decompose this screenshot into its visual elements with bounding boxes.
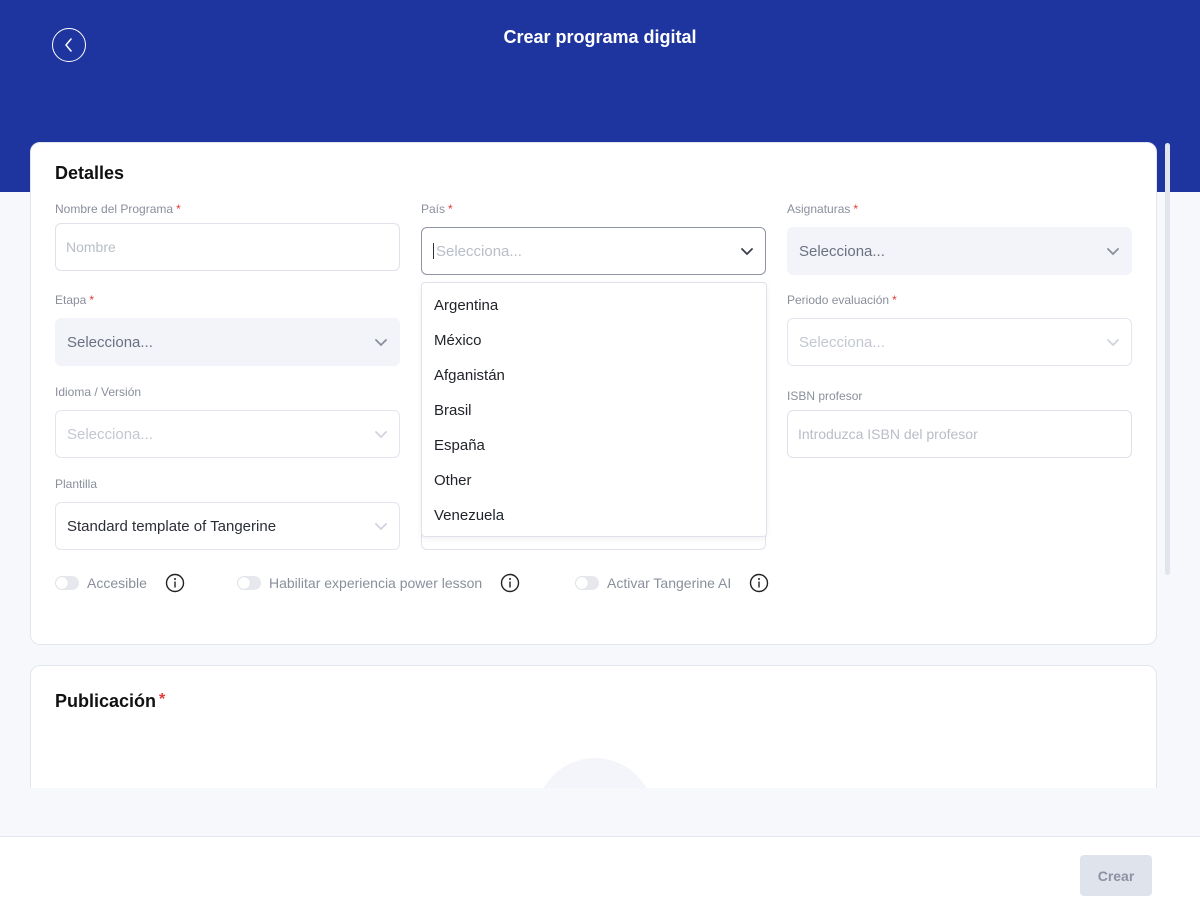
- etapa-label: Etapa *: [55, 293, 95, 307]
- plantilla-select[interactable]: Standard template of Tangerine: [55, 502, 400, 550]
- periodo-label: Periodo evaluación *: [787, 293, 897, 307]
- toggle-power-lesson[interactable]: Habilitar experiencia power lesson: [237, 573, 520, 593]
- power-lesson-switch[interactable]: [237, 576, 261, 590]
- nombre-input[interactable]: Nombre: [55, 223, 400, 271]
- idioma-label: Idioma / Versión: [55, 385, 142, 399]
- pais-select[interactable]: Selecciona...: [421, 227, 766, 275]
- text-caret: [433, 243, 434, 259]
- pais-option[interactable]: Argentina: [422, 288, 766, 323]
- pais-option[interactable]: Afganistán: [422, 358, 766, 393]
- pais-option[interactable]: Other: [422, 463, 766, 498]
- isbn-profesor-label: ISBN profesor: [787, 389, 863, 403]
- idioma-select[interactable]: Selecciona...: [55, 410, 400, 458]
- toggle-accesible[interactable]: Accesible: [55, 573, 185, 593]
- footer-bar: Crear: [0, 836, 1200, 910]
- asignaturas-label: Asignaturas *: [787, 202, 859, 216]
- chevron-down-icon: [374, 427, 388, 441]
- info-circle-icon[interactable]: [749, 573, 769, 593]
- crear-button[interactable]: Crear: [1080, 855, 1152, 896]
- chevron-down-icon: [1106, 335, 1120, 349]
- isbn-profesor-input[interactable]: Introduzca ISBN del profesor: [787, 410, 1132, 458]
- info-circle-icon[interactable]: [165, 573, 185, 593]
- pais-dropdown-menu: Argentina México Afganistán Brasil Españ…: [421, 282, 767, 537]
- chevron-down-icon: [374, 335, 388, 349]
- pais-option[interactable]: México: [422, 323, 766, 358]
- periodo-select[interactable]: Selecciona...: [787, 318, 1132, 366]
- info-circle-icon[interactable]: [500, 573, 520, 593]
- etapa-select[interactable]: Selecciona...: [55, 318, 400, 366]
- tangerine-ai-switch[interactable]: [575, 576, 599, 590]
- scroll-area[interactable]: Crear programa digital Detalles Nombre d…: [0, 0, 1200, 788]
- asignaturas-select[interactable]: Selecciona...: [787, 227, 1132, 275]
- chevron-down-icon: [740, 244, 754, 258]
- accesible-label: Accesible: [87, 575, 147, 591]
- pais-option[interactable]: Brasil: [422, 393, 766, 428]
- chevron-down-icon: [1106, 244, 1120, 258]
- pais-label: País *: [421, 202, 453, 216]
- toggle-tangerine-ai[interactable]: Activar Tangerine AI: [575, 573, 769, 593]
- tangerine-ai-label: Activar Tangerine AI: [607, 575, 732, 591]
- scrollbar[interactable]: [1165, 143, 1170, 575]
- plantilla-label: Plantilla: [55, 477, 98, 491]
- pais-option[interactable]: España: [422, 428, 766, 463]
- page-title: Crear programa digital: [503, 27, 697, 47]
- publicacion-title: Publicación *: [55, 691, 166, 711]
- power-lesson-label: Habilitar experiencia power lesson: [269, 575, 483, 591]
- nombre-label: Nombre del Programa *: [55, 202, 181, 216]
- chevron-down-icon: [374, 519, 388, 533]
- detalles-title: Detalles: [55, 163, 125, 183]
- pais-option[interactable]: Venezuela: [422, 498, 766, 533]
- accesible-switch[interactable]: [55, 576, 79, 590]
